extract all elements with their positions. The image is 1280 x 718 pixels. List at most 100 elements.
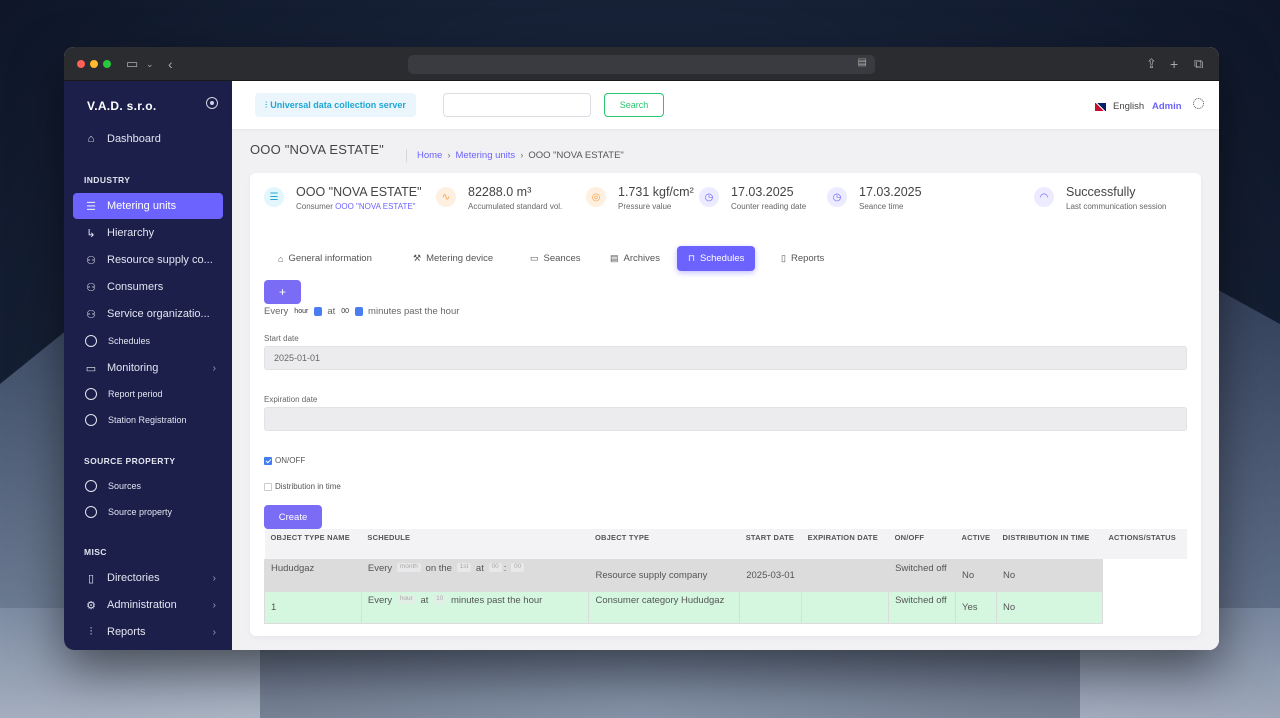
- section-label-misc: MISC: [84, 547, 107, 557]
- sidebar-item-directories[interactable]: ▯ Directories ›: [73, 565, 223, 591]
- new-tab-icon[interactable]: +: [1170, 56, 1178, 72]
- minute-select[interactable]: 00: [511, 563, 525, 573]
- file-icon: ▯: [781, 253, 786, 263]
- consumer-link[interactable]: OOO "NOVA ESTATE": [335, 202, 415, 211]
- cell-distribution: No: [996, 590, 1103, 624]
- stat-label: Pressure value: [618, 202, 672, 211]
- hour-select[interactable]: 00: [488, 563, 502, 573]
- column-header[interactable]: SCHEDULE: [361, 529, 589, 559]
- minute-spinner[interactable]: [355, 307, 364, 316]
- home-icon: ⌂: [87, 133, 95, 145]
- column-header[interactable]: OBJECT TYPE NAME: [264, 529, 362, 559]
- column-header[interactable]: EXPIRATION DATE: [801, 529, 889, 559]
- close-window-button[interactable]: [77, 60, 85, 68]
- search-button[interactable]: Search: [604, 93, 664, 117]
- minimize-window-button[interactable]: [90, 60, 98, 68]
- sidebar-item-consumers[interactable]: ⚇ Consumers: [73, 274, 223, 300]
- column-header[interactable]: ACTIVE: [955, 529, 997, 559]
- search-input[interactable]: [443, 93, 591, 117]
- sidebar-item-source-property[interactable]: Source property: [73, 499, 223, 525]
- wrench-icon: ⚒: [413, 253, 422, 263]
- every-label: Every: [264, 306, 289, 317]
- tab-reports[interactable]: ▯ Reports: [770, 246, 835, 271]
- back-icon[interactable]: ‹: [168, 56, 173, 72]
- cell-onoff: Switched off: [888, 590, 957, 624]
- settings-icon[interactable]: [1193, 98, 1204, 109]
- circle-icon: [85, 388, 97, 400]
- stat-value: Successfully: [1066, 185, 1136, 199]
- sidebar-item-service-organization[interactable]: ⚇ Service organizatio...: [73, 301, 223, 327]
- chevron-down-icon[interactable]: ⌄: [146, 56, 154, 72]
- address-bar[interactable]: ▤: [408, 55, 875, 74]
- expiration-date-field[interactable]: [264, 407, 1187, 431]
- distribution-checkbox-row[interactable]: Distribution in time: [264, 482, 341, 491]
- cell-active: Yes: [955, 590, 998, 624]
- share-icon[interactable]: ⇪: [1146, 56, 1157, 72]
- stat-value: 17.03.2025: [859, 185, 922, 199]
- period-spinner[interactable]: [314, 307, 323, 316]
- stat-label: Seance time: [859, 202, 904, 211]
- expiration-date-label: Expiration date: [264, 395, 318, 404]
- tabs-overview-icon[interactable]: ⧉: [1194, 56, 1203, 72]
- minute-select[interactable]: 10: [433, 595, 447, 605]
- sidebar-item-dashboard[interactable]: ⌂ Dashboard: [73, 126, 223, 152]
- onoff-checkbox[interactable]: [264, 456, 272, 465]
- sidebar-item-schedules[interactable]: Schedules: [73, 328, 223, 354]
- sidebar-toggle-icon[interactable]: ▭: [126, 56, 138, 72]
- minute-select[interactable]: 00: [338, 306, 353, 317]
- user-menu[interactable]: Admin: [1152, 101, 1182, 112]
- sidebar-item-label: Dashboard: [107, 133, 161, 145]
- day-select[interactable]: 1st: [456, 563, 472, 573]
- language-selector[interactable]: English: [1095, 101, 1144, 112]
- cell-object-type: Consumer category Hududgaz: [588, 590, 741, 624]
- start-date-field[interactable]: 2025-01-01: [264, 346, 1187, 370]
- sidebar-item-hierarchy[interactable]: ↳ Hierarchy: [73, 220, 223, 246]
- onoff-checkbox-row[interactable]: ON/OFF: [264, 456, 305, 465]
- sidebar-item-resource-supply[interactable]: ⚇ Resource supply co...: [73, 247, 223, 273]
- at-label: at: [327, 306, 336, 317]
- table-header-row: OBJECT TYPE NAME SCHEDULE OBJECT TYPE ST…: [264, 529, 1187, 559]
- sidebar-item-metering-units[interactable]: ☰ Metering units: [73, 193, 223, 219]
- period-select[interactable]: month: [396, 563, 421, 573]
- create-button[interactable]: Create: [264, 505, 322, 529]
- breadcrumb-home[interactable]: Home: [417, 150, 442, 161]
- reader-icon[interactable]: ▤: [858, 57, 867, 68]
- main-content: ⫶ Universal data collection server Searc…: [232, 81, 1219, 650]
- maximize-window-button[interactable]: [103, 60, 111, 68]
- sidebar-item-label: Metering units: [107, 200, 177, 212]
- app-name: Universal data collection server: [270, 100, 406, 110]
- table-row[interactable]: Hududgaz Every month on the 1st at 00: 0…: [264, 558, 1187, 592]
- tab-label: Schedules: [700, 253, 745, 264]
- tab-metering-device[interactable]: ⚒ Metering device: [402, 246, 504, 271]
- tab-schedules[interactable]: ⊓ Schedules: [677, 246, 756, 271]
- stat-value: OOO "NOVA ESTATE": [296, 185, 422, 199]
- home-icon: ⌂: [278, 253, 284, 264]
- period-select[interactable]: hour: [291, 306, 312, 317]
- sidebar-item-label: Report period: [108, 389, 163, 399]
- add-schedule-button[interactable]: +: [264, 280, 301, 304]
- column-header[interactable]: START DATE: [739, 529, 802, 559]
- breadcrumb-metering-units[interactable]: Metering units: [456, 150, 516, 161]
- column-header[interactable]: DISTRIBUTION IN TIME: [996, 529, 1103, 559]
- sidebar-item-monitoring[interactable]: ▭ Monitoring ›: [73, 355, 223, 381]
- tab-seances[interactable]: ▭ Seances: [519, 246, 592, 271]
- column-header[interactable]: ON/OFF: [888, 529, 956, 559]
- table-row[interactable]: 1 Every hour at 10 minutes past the hour…: [264, 590, 1187, 624]
- stat-counter-reading-date: ◷ 17.03.2025 Counter reading date: [699, 185, 806, 211]
- column-header[interactable]: OBJECT TYPE: [588, 529, 740, 559]
- period-select[interactable]: hour: [396, 595, 416, 605]
- distribution-checkbox[interactable]: [264, 482, 272, 491]
- sidebar-item-reports[interactable]: ⫶ Reports ›: [73, 619, 223, 645]
- sidebar-item-station-registration[interactable]: Station Registration: [73, 407, 223, 433]
- sidebar-item-label: Resource supply co...: [107, 254, 213, 266]
- browser-titlebar: ▭ ⌄ ‹ ▤ ⇪ + ⧉: [64, 47, 1219, 81]
- stat-value: 1.731 kgf/cm²: [618, 185, 694, 199]
- target-icon[interactable]: [206, 97, 218, 109]
- sidebar-item-report-period[interactable]: Report period: [73, 381, 223, 407]
- sidebar-item-administration[interactable]: ⚙ Administration ›: [73, 592, 223, 618]
- sidebar-item-sources[interactable]: Sources: [73, 473, 223, 499]
- column-header: ACTIONS/STATUS: [1102, 529, 1187, 559]
- brand-name: V.A.D. s.r.o.: [87, 99, 157, 113]
- tab-general-information[interactable]: ⌂ General information: [267, 246, 383, 271]
- tab-archives[interactable]: ▤ Archives: [599, 246, 671, 271]
